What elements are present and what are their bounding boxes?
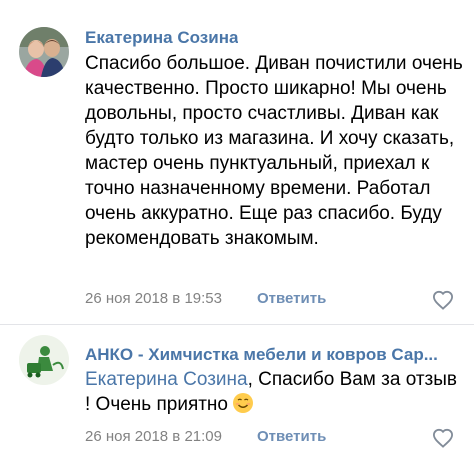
- comment-text: Екатерина Созина, Спасибо Вам за отзыв !…: [85, 367, 463, 417]
- smiling-face-icon: [232, 392, 254, 414]
- company-logo[interactable]: [19, 335, 69, 385]
- mention-link[interactable]: Екатерина Созина: [85, 369, 248, 390]
- comment-1: Екатерина Созина Спасибо большое. Диван …: [0, 0, 474, 325]
- comment-text: Спасибо большое. Диван почистили очень к…: [85, 53, 463, 249]
- heart-icon[interactable]: [432, 428, 454, 448]
- comment-date: 26 ноя 2018 в 21:09: [85, 428, 222, 445]
- reply-button[interactable]: Ответить: [257, 428, 326, 445]
- comment-author[interactable]: Екатерина Созина: [85, 28, 238, 48]
- heart-icon[interactable]: [432, 290, 454, 310]
- reply-button[interactable]: Ответить: [257, 290, 326, 307]
- avatar[interactable]: [19, 27, 69, 77]
- comment-date: 26 ноя 2018 в 19:53: [85, 290, 222, 307]
- comment-2: АНКО - Химчистка мебели и ковров Сар... …: [0, 326, 474, 469]
- comment-author[interactable]: АНКО - Химчистка мебели и ковров Сар...: [85, 345, 451, 365]
